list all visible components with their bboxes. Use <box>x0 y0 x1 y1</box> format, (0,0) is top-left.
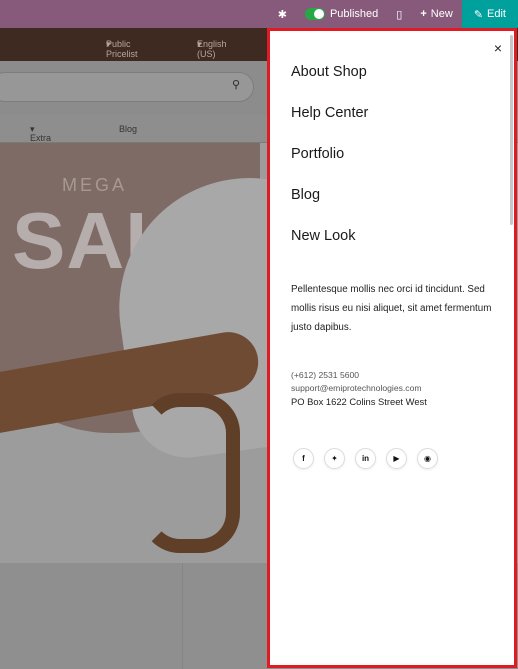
menu-item-extra-pages[interactable]: Extra Pages ▾ <box>30 124 56 153</box>
search-icon[interactable]: ⚲ <box>232 78 240 91</box>
chair-leg <box>140 393 240 553</box>
editor-topbar: ✱ Published ▯ + New ✎ Edit <box>0 0 518 28</box>
section-divider <box>182 563 183 669</box>
new-label: New <box>430 8 453 20</box>
linkedin-icon[interactable]: in <box>355 448 376 469</box>
offcanvas-nav: About Shop Help Center Portfolio Blog Ne… <box>291 63 368 268</box>
language-dropdown[interactable]: English (US) ▾ <box>197 39 227 59</box>
github-icon[interactable]: ◉ <box>417 448 438 469</box>
facebook-icon[interactable]: f <box>293 448 314 469</box>
nav-item-portfolio[interactable]: Portfolio <box>291 145 368 186</box>
bug-icon[interactable]: ✱ <box>269 0 296 28</box>
mobile-preview-icon[interactable]: ▯ <box>387 0 411 28</box>
pricelist-label: Public Pricelist <box>106 39 138 59</box>
search-input[interactable] <box>0 72 254 102</box>
email-link[interactable]: support@emiprotechnologies.com <box>291 382 427 395</box>
edit-label: Edit <box>487 8 506 20</box>
toggle-switch[interactable] <box>304 8 325 20</box>
nav-item-blog[interactable]: Blog <box>291 186 368 227</box>
contact-info: (+612) 2531 5600 support@emiprotechnolog… <box>291 369 427 408</box>
nav-item-new-look[interactable]: New Look <box>291 227 368 268</box>
nav-item-about-shop[interactable]: About Shop <box>291 63 368 104</box>
menu-item-blog[interactable]: Blog <box>119 124 137 134</box>
language-label: English (US) <box>197 39 227 59</box>
address-text: PO Box 1622 Colins Street West <box>291 396 427 407</box>
plus-icon: + <box>420 8 427 20</box>
description-text: Pellentesque mollis nec orci id tincidun… <box>291 284 492 333</box>
scrollbar[interactable] <box>510 35 513 225</box>
close-icon[interactable]: × <box>494 40 502 56</box>
pencil-icon: ✎ <box>473 8 484 21</box>
edit-button[interactable]: ✎ Edit <box>461 0 518 28</box>
youtube-icon[interactable]: ▶ <box>386 448 407 469</box>
pricelist-dropdown[interactable]: Public Pricelist ▾ <box>106 39 138 59</box>
phone-number[interactable]: (+612) 2531 5600 <box>291 369 427 382</box>
publish-toggle[interactable]: Published <box>296 0 387 28</box>
nav-item-help-center[interactable]: Help Center <box>291 104 368 145</box>
offcanvas-panel: × About Shop Help Center Portfolio Blog … <box>267 28 517 668</box>
social-links: f ✦ in ▶ ◉ <box>293 448 448 469</box>
published-label: Published <box>329 8 379 20</box>
twitter-icon[interactable]: ✦ <box>324 448 345 469</box>
new-button[interactable]: + New <box>411 0 461 28</box>
hero-mega-text: MEGA <box>62 175 128 195</box>
